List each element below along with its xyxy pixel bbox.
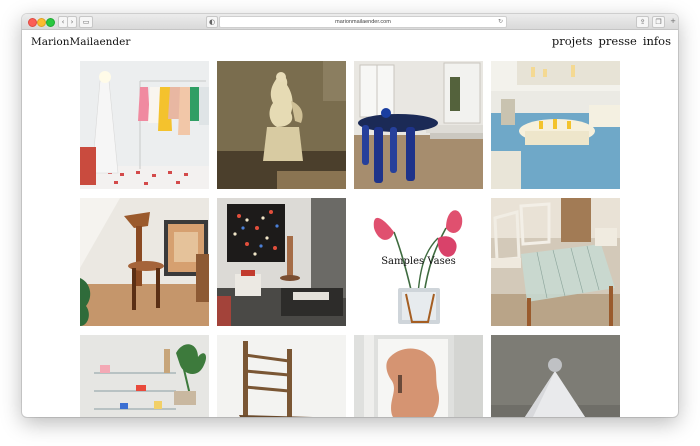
shield-icon[interactable]: ◐ [206,16,218,28]
sidebar-icon[interactable]: ▭ [79,16,93,28]
project-tile-11[interactable] [354,335,483,417]
wooden-chair-image [217,335,346,417]
browser-titlebar: ‹ › ▭ ◐ marionmailaender.com ↻ ⇪ ❐ + [22,14,678,30]
project-tile-4[interactable] [491,61,620,189]
project-tile-6[interactable] [217,198,346,326]
browser-window: ‹ › ▭ ◐ marionmailaender.com ↻ ⇪ ❐ + Mar… [22,14,678,417]
stone-pyramid-image [491,335,620,417]
project-tile-2[interactable] [217,61,346,189]
shop-counter-image [491,61,620,189]
nav-infos[interactable]: infos [643,34,671,48]
reload-icon[interactable]: ↻ [498,17,503,27]
project-tile-8[interactable] [491,198,620,326]
new-tab-icon[interactable]: + [669,16,677,26]
close-window-button[interactable] [28,18,37,27]
sculpture-image [217,61,346,189]
site-nav: projets presse infos [552,34,671,48]
site-header: MarionMailaender projets presse infos [22,29,678,59]
minimize-window-button[interactable] [37,18,46,27]
clothing-rack-image [80,61,209,189]
project-tile-9[interactable] [80,335,209,417]
site-brand[interactable]: MarionMailaender [31,36,130,48]
url-text: marionmailaender.com [335,19,391,25]
address-bar[interactable]: marionmailaender.com ↻ [219,16,507,28]
project-tile-7[interactable]: Samples Vases [354,198,483,326]
tile-caption: Samples Vases [381,256,456,267]
maximize-window-button[interactable] [46,18,55,27]
glass-table-chairs-image [491,198,620,326]
blue-table-room-image [354,61,483,189]
nav-presse[interactable]: presse [599,34,637,48]
project-tile-5[interactable] [80,198,209,326]
project-tile-3[interactable] [354,61,483,189]
forward-icon[interactable]: › [67,16,77,28]
project-tile-1[interactable] [80,61,209,189]
wooden-chair-frame-image [80,198,209,326]
tabs-icon[interactable]: ❐ [652,16,665,28]
nav-projets[interactable]: projets [552,34,593,48]
textile-artwork-image [217,198,346,326]
project-tile-10[interactable] [217,335,346,417]
brown-shape-door-image [354,335,483,417]
glass-shelving-image [80,335,209,417]
share-icon[interactable]: ⇪ [636,16,649,28]
project-tile-12[interactable] [491,335,620,417]
